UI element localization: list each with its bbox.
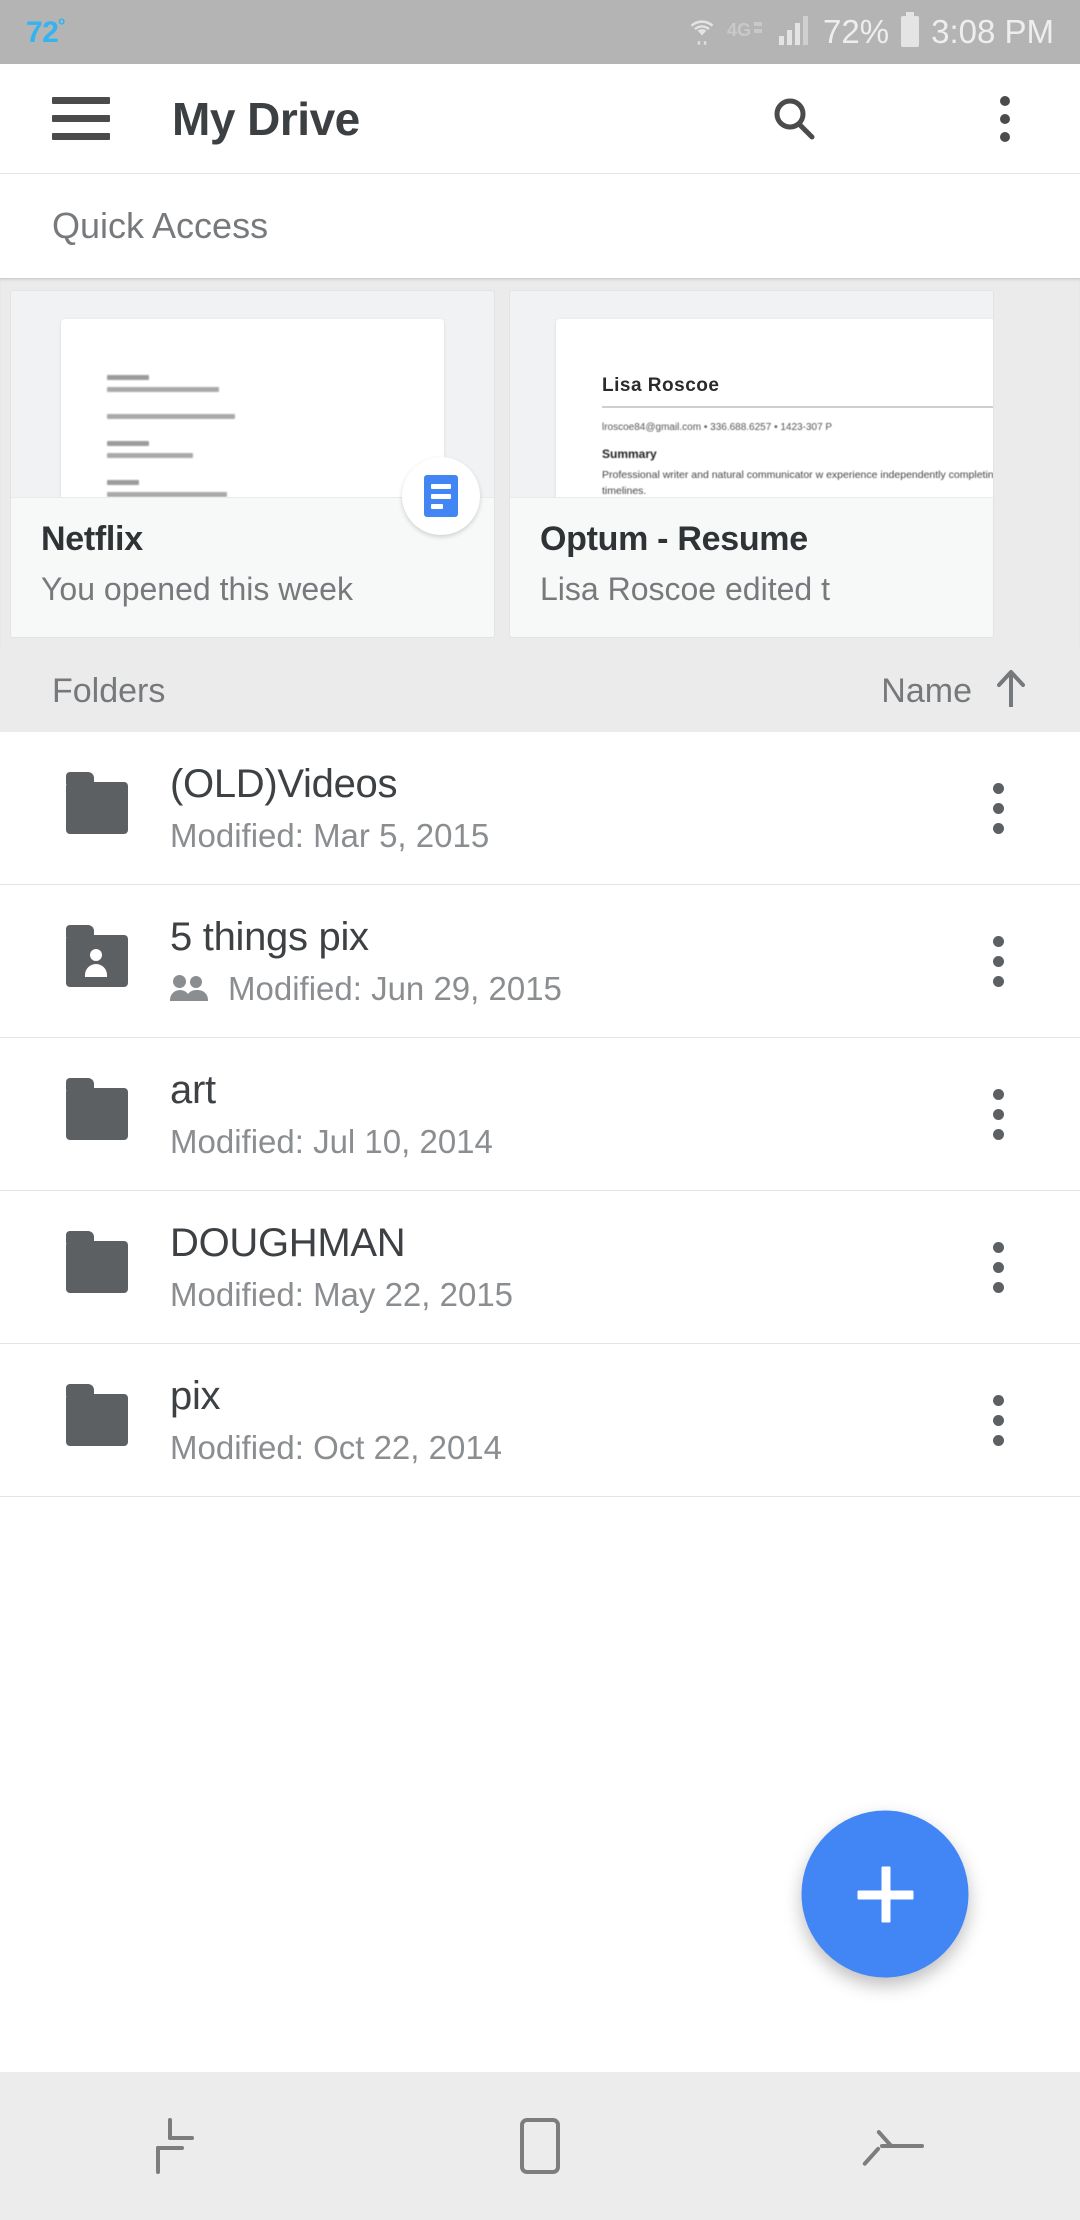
- folder-icon: [66, 1241, 128, 1293]
- row-overflow-menu-icon[interactable]: [983, 1232, 1014, 1303]
- folder-name: DOUGHMAN: [170, 1221, 983, 1266]
- wifi-icon: [687, 14, 717, 51]
- drive-screen: 72º 4G 72% 3:08 PM My Drive: [0, 0, 1080, 2220]
- table-row[interactable]: 5 things pix Modified: Jun 29, 2015: [0, 885, 1080, 1038]
- people-shared-icon: [170, 975, 214, 1003]
- section-label-folders: Folders: [52, 672, 165, 711]
- hamburger-menu-icon[interactable]: [52, 97, 110, 140]
- resume-section-summary: Summary: [602, 447, 993, 461]
- folder-modified: Modified: Mar 5, 2015: [170, 817, 489, 855]
- page-title: My Drive: [172, 92, 360, 146]
- card-subtitle: Lisa Roscoe edited t: [540, 571, 963, 608]
- quick-access-carousel[interactable]: Netflix You opened this week Lisa Roscoe…: [0, 278, 1080, 650]
- sort-field-label: Name: [881, 672, 972, 711]
- row-overflow-menu-icon[interactable]: [983, 773, 1014, 844]
- clock-label: 3:08 PM: [931, 13, 1054, 51]
- card-meta: Optum - Resume Lisa Roscoe edited t: [510, 497, 993, 637]
- folder-modified: Modified: Jun 29, 2015: [228, 970, 562, 1008]
- resume-summary-text: Professional writer and natural communic…: [602, 468, 993, 497]
- card-subtitle: You opened this week: [41, 571, 464, 608]
- folder-modified: Modified: May 22, 2015: [170, 1276, 513, 1314]
- table-row[interactable]: pix Modified: Oct 22, 2014: [0, 1344, 1080, 1497]
- back-button[interactable]: [810, 2072, 990, 2220]
- google-docs-icon: [402, 457, 480, 535]
- table-row[interactable]: (OLD)Videos Modified: Mar 5, 2015: [0, 732, 1080, 885]
- grid-view-icon[interactable]: [878, 102, 930, 135]
- overflow-menu-icon[interactable]: [988, 90, 1022, 148]
- document-preview: [61, 319, 444, 497]
- card-title: Netflix: [41, 520, 464, 559]
- folder-modified: Modified: Oct 22, 2014: [170, 1429, 502, 1467]
- folder-icon: [66, 782, 128, 834]
- resume-contact: lroscoe84@gmail.com • 336.688.6257 • 142…: [602, 422, 993, 433]
- resume-name: Lisa Roscoe: [602, 375, 993, 397]
- document-preview: Lisa Roscoe lroscoe84@gmail.com • 336.68…: [556, 319, 993, 497]
- plus-icon: [857, 1866, 913, 1922]
- app-bar: My Drive: [0, 64, 1080, 174]
- sort-control[interactable]: Name: [881, 667, 1028, 716]
- home-button[interactable]: [450, 2072, 630, 2220]
- folder-icon: [66, 1088, 128, 1140]
- shared-folder-icon: [66, 935, 128, 987]
- folder-name: 5 things pix: [170, 915, 983, 960]
- weather-temperature: 72º: [26, 15, 64, 50]
- android-navigation-bar: [0, 2072, 1080, 2220]
- svg-text:4G: 4G: [727, 20, 751, 40]
- folder-icon: [66, 1394, 128, 1446]
- status-bar: 72º 4G 72% 3:08 PM: [0, 0, 1080, 64]
- table-row[interactable]: DOUGHMAN Modified: May 22, 2015: [0, 1191, 1080, 1344]
- table-row[interactable]: art Modified: Jul 10, 2014: [0, 1038, 1080, 1191]
- back-arrow-icon: [874, 2120, 926, 2172]
- recents-icon: [156, 2118, 204, 2174]
- card-title: Optum - Resume: [540, 520, 963, 559]
- home-icon: [520, 2118, 560, 2174]
- arrow-up-icon: [994, 667, 1028, 716]
- create-new-button[interactable]: [802, 1811, 969, 1978]
- row-overflow-menu-icon[interactable]: [983, 1385, 1014, 1456]
- row-overflow-menu-icon[interactable]: [983, 1079, 1014, 1150]
- quick-access-card-netflix[interactable]: Netflix You opened this week: [10, 290, 495, 638]
- battery-percent-label: 72%: [823, 13, 889, 51]
- folders-sort-bar: Folders Name: [0, 650, 1080, 732]
- row-overflow-menu-icon[interactable]: [983, 926, 1014, 997]
- quick-access-label: Quick Access: [52, 205, 268, 247]
- folder-name: art: [170, 1068, 983, 1113]
- card-thumbnail: Lisa Roscoe lroscoe84@gmail.com • 336.68…: [510, 291, 993, 497]
- search-icon[interactable]: [768, 93, 820, 145]
- network-4g-icon: 4G: [727, 18, 767, 47]
- folder-modified: Modified: Jul 10, 2014: [170, 1123, 493, 1161]
- cell-signal-icon: [777, 14, 813, 51]
- folder-list: (OLD)Videos Modified: Mar 5, 2015 5 thin…: [0, 732, 1080, 1497]
- quick-access-card-optum-resume[interactable]: Lisa Roscoe lroscoe84@gmail.com • 336.68…: [509, 290, 994, 638]
- battery-icon: [899, 12, 921, 53]
- folder-name: pix: [170, 1374, 983, 1419]
- quick-access-heading: Quick Access: [0, 174, 1080, 278]
- folder-name: (OLD)Videos: [170, 762, 983, 807]
- recents-button[interactable]: [90, 2072, 270, 2220]
